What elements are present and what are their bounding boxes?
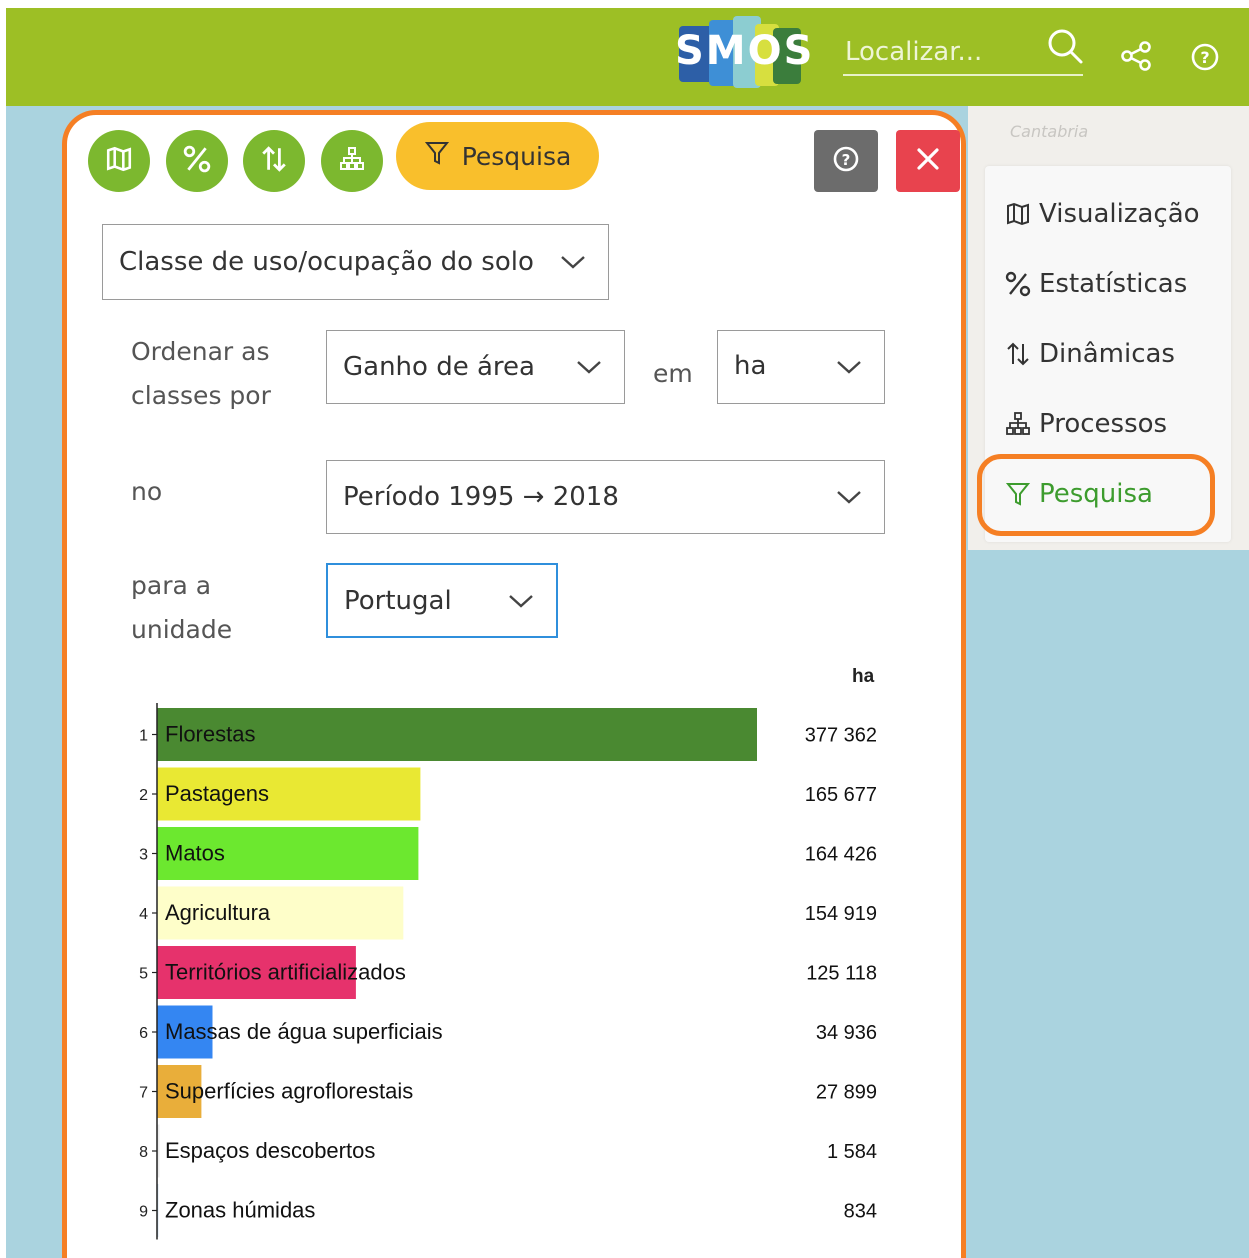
rank-label: 2	[139, 787, 148, 804]
category-label: Espaços descobertos	[165, 1138, 375, 1163]
value-label: 377 362	[805, 725, 877, 747]
rank-label: 7	[139, 1085, 148, 1102]
ranking-bar-chart: 1 Florestas 377 362 2 Pastagens 165 677 3 Matos…	[139, 703, 877, 1240]
value-label: 1 584	[827, 1141, 877, 1163]
value-label: 125 118	[806, 963, 877, 985]
category-label: Territórios artificializados	[165, 960, 406, 985]
category-label: Superfícies agroflorestais	[165, 1079, 413, 1104]
value-label: 164 426	[805, 844, 877, 866]
value-label: 165 677	[805, 784, 877, 806]
rank-label: 1	[139, 728, 148, 745]
rank-label: 4	[139, 906, 148, 923]
rank-label: 8	[139, 1144, 148, 1161]
value-label: 834	[844, 1201, 877, 1223]
category-label: Massas de água superficiais	[165, 1019, 443, 1044]
category-label: Matos	[165, 841, 225, 866]
category-label: Agricultura	[165, 900, 271, 925]
rank-label: 9	[139, 1204, 148, 1221]
value-label: 154 919	[805, 903, 877, 925]
category-label: Pastagens	[165, 781, 269, 806]
rank-label: 6	[139, 1025, 148, 1042]
rank-label: 5	[139, 966, 148, 983]
rank-label: 3	[139, 847, 148, 864]
value-label: 34 936	[816, 1022, 877, 1044]
value-label: 27 899	[816, 1082, 877, 1104]
category-label: Florestas	[165, 722, 255, 747]
category-label: Zonas húmidas	[165, 1198, 315, 1223]
